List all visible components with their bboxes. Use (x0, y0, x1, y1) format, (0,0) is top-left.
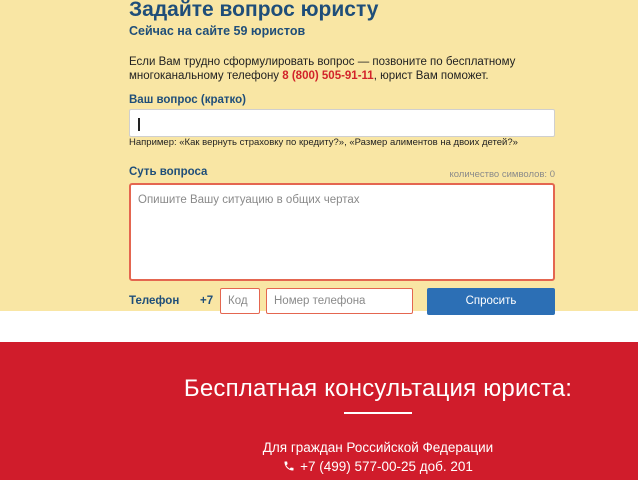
phone-code-input[interactable]: Код (220, 288, 260, 314)
question-form-panel: Задайте вопрос юристу Сейчас на сайте 59… (0, 0, 638, 315)
phone-number-input[interactable]: Номер телефона (266, 288, 413, 314)
info-text: Если Вам трудно сформулировать вопрос — … (129, 55, 557, 83)
consultation-banner: Бесплатная консультация юриста: Для граж… (0, 342, 638, 480)
phone-country-prefix: +7 (200, 295, 214, 307)
banner-subtitle: Для граждан Российской Федерации (262, 440, 494, 455)
banner-phone-line[interactable]: +7 (499) 577-00-25 доб. 201 (0, 459, 638, 474)
form-title: Задайте вопрос юристу (129, 0, 379, 21)
question-input[interactable] (129, 109, 555, 137)
question-example: Например: «Как вернуть страховку по кред… (129, 137, 518, 148)
phone-icon (284, 461, 294, 471)
info-phone-number[interactable]: 8 (800) 505-91-11 (282, 70, 373, 82)
details-placeholder: Опишите Вашу ситуацию в общих чертах (138, 194, 360, 206)
phone-number-placeholder: Номер телефона (274, 295, 366, 307)
phone-code-placeholder: Код (228, 295, 248, 307)
page: Задайте вопрос юристу Сейчас на сайте 59… (0, 0, 638, 480)
phone-label: Телефон (129, 295, 180, 307)
question-form: Задайте вопрос юристу Сейчас на сайте 59… (129, 0, 557, 315)
info-text-after: , юрист Вам поможет. (373, 70, 489, 82)
banner-title: Бесплатная консультация юриста: (183, 375, 573, 402)
submit-button[interactable]: Спросить (427, 288, 555, 315)
banner-phone-number: +7 (499) 577-00-25 доб. 201 (300, 459, 473, 474)
details-label: Суть вопроса (129, 166, 208, 178)
details-textarea[interactable]: Опишите Вашу ситуацию в общих чертах (129, 183, 555, 281)
char-counter: количество символов: 0 (449, 169, 555, 180)
text-cursor (138, 118, 140, 131)
question-label: Ваш вопрос (кратко) (129, 94, 246, 106)
banner-divider (344, 412, 412, 414)
online-lawyers-count: Сейчас на сайте 59 юристов (129, 24, 306, 38)
